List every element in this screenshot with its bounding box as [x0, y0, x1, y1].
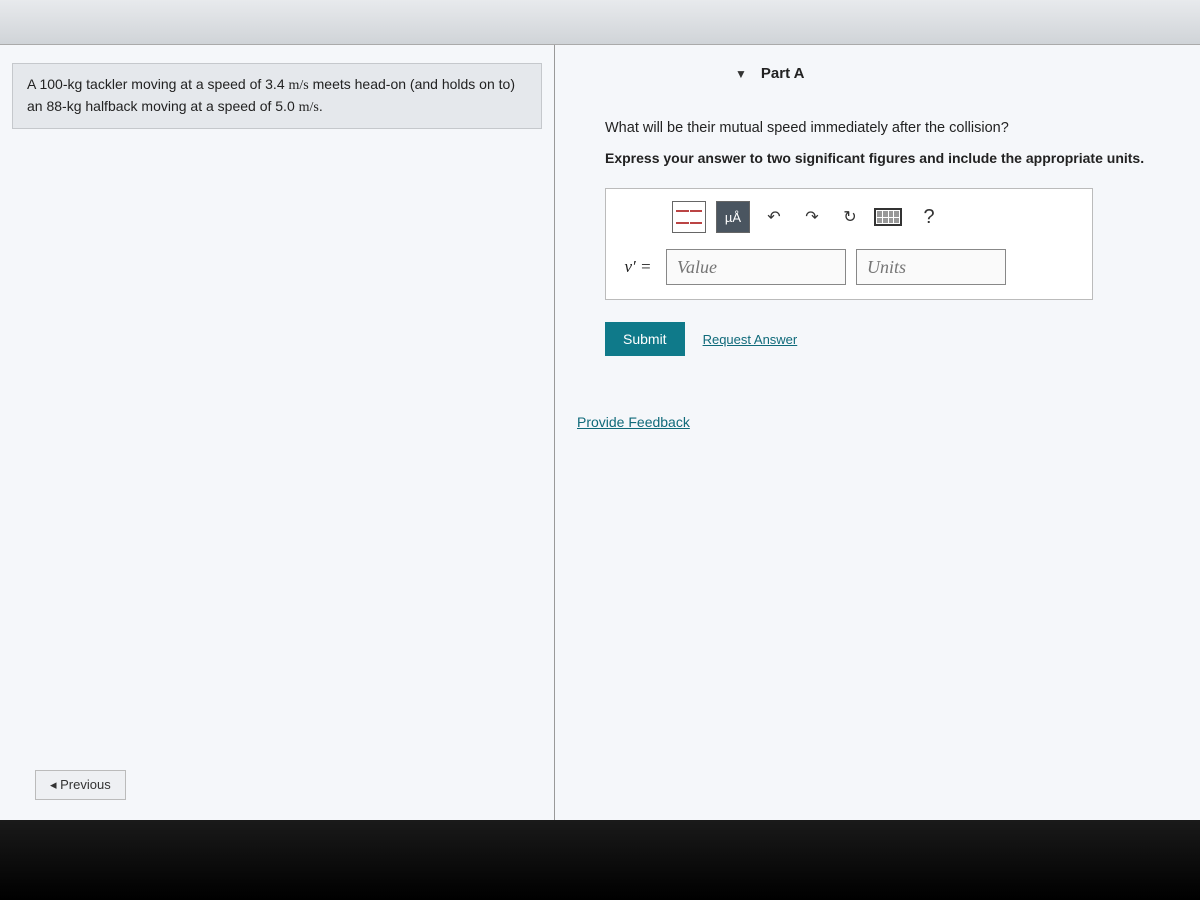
- redo-button[interactable]: ↷: [798, 201, 826, 233]
- collapse-triangle-icon[interactable]: ▼: [735, 67, 747, 81]
- reset-button[interactable]: ↻: [836, 201, 864, 233]
- problem-text-3: .: [319, 98, 323, 114]
- left-panel: A 100-kg tackler moving at a speed of 3.…: [0, 45, 555, 820]
- window-topbar: [0, 0, 1200, 45]
- problem-text-1: A 100-kg tackler moving at a speed of 3.…: [27, 76, 289, 92]
- undo-button[interactable]: ↶: [760, 201, 788, 233]
- submit-row: Submit Request Answer: [605, 322, 1170, 356]
- keyboard-button[interactable]: [874, 201, 902, 233]
- submit-button[interactable]: Submit: [605, 322, 685, 356]
- answer-box: µÅ ↶ ↷ ↻ ? v′ =: [605, 188, 1093, 300]
- part-title: Part A: [761, 65, 805, 82]
- request-answer-link[interactable]: Request Answer: [703, 332, 798, 347]
- unit-2: m/s: [299, 100, 319, 115]
- keyboard-icon: [874, 208, 902, 226]
- part-header: ▼ Part A: [735, 65, 1170, 82]
- variable-label: v′ =: [620, 257, 656, 277]
- value-input[interactable]: [666, 249, 846, 285]
- right-panel: ▼ Part A What will be their mutual speed…: [555, 45, 1200, 820]
- provide-feedback-link[interactable]: Provide Feedback: [577, 414, 690, 430]
- previous-button[interactable]: ◂ Previous: [35, 770, 126, 800]
- problem-statement: A 100-kg tackler moving at a speed of 3.…: [12, 63, 542, 129]
- equation-toolbar: µÅ ↶ ↷ ↻ ?: [620, 201, 1078, 233]
- main-area: A 100-kg tackler moving at a speed of 3.…: [0, 45, 1200, 820]
- help-button[interactable]: ?: [912, 201, 946, 233]
- instruction-text: Express your answer to two significant f…: [605, 150, 1170, 166]
- units-input[interactable]: [856, 249, 1006, 285]
- question-text: What will be their mutual speed immediat…: [605, 120, 1170, 136]
- special-chars-button[interactable]: µÅ: [716, 201, 750, 233]
- template-button[interactable]: [672, 201, 706, 233]
- answer-input-row: v′ =: [620, 249, 1078, 285]
- laptop-bezel: [0, 820, 1200, 900]
- unit-1: m/s: [289, 78, 309, 93]
